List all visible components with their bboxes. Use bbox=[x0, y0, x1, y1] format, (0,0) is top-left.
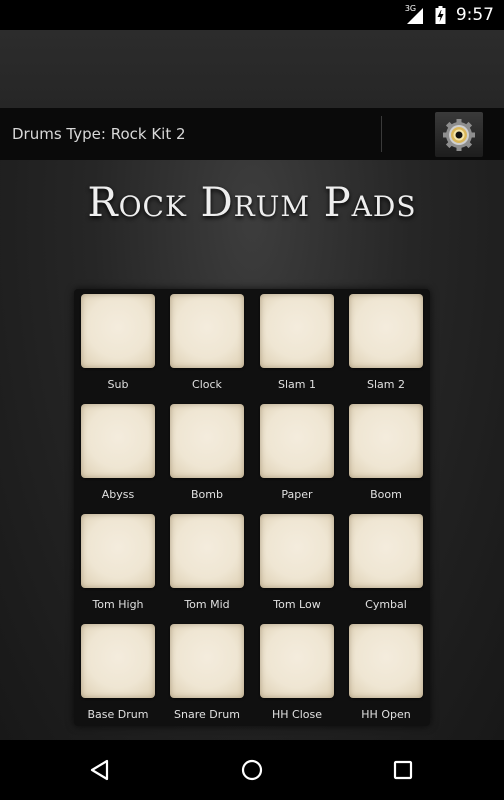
pad-label-slam-2: Slam 2 bbox=[367, 378, 405, 391]
pad-slam-2[interactable] bbox=[349, 294, 423, 368]
pad-label-sub: Sub bbox=[107, 378, 129, 391]
type-bar-divider bbox=[381, 116, 382, 152]
pad-label-paper: Paper bbox=[281, 488, 313, 501]
network-type: 3G bbox=[404, 4, 417, 13]
pad-bomb[interactable] bbox=[170, 404, 244, 478]
page-title: Rock Drum Pads bbox=[87, 180, 417, 226]
status-icons: 3G 9:57 bbox=[405, 0, 494, 30]
pad-clock[interactable] bbox=[170, 294, 244, 368]
pad-tom-mid[interactable] bbox=[170, 514, 244, 588]
pad-sub[interactable] bbox=[81, 294, 155, 368]
drums-type-bar[interactable]: Drums Type: Rock Kit 2 bbox=[0, 108, 504, 160]
status-time: 9:57 bbox=[455, 5, 494, 25]
pad-label-hh-close: HH Close bbox=[271, 708, 322, 721]
pad-label-tom-mid: Tom Mid bbox=[184, 598, 230, 611]
gear-icon bbox=[443, 118, 475, 151]
back-triangle-icon bbox=[90, 759, 109, 781]
pad-label-clock: Clock bbox=[192, 378, 222, 391]
pad-hh-open[interactable] bbox=[349, 624, 423, 698]
pad-tom-low[interactable] bbox=[260, 514, 334, 588]
pad-label-abyss: Abyss bbox=[101, 488, 135, 501]
recents-square-icon bbox=[393, 760, 413, 780]
pad-cymbal[interactable] bbox=[349, 514, 423, 588]
pad-label-hh-open: HH Open bbox=[361, 708, 411, 721]
navigation-bar bbox=[0, 740, 504, 800]
battery-icon bbox=[435, 6, 446, 24]
pad-snare-drum[interactable] bbox=[170, 624, 244, 698]
pad-boom[interactable] bbox=[349, 404, 423, 478]
pad-tom-high[interactable] bbox=[81, 514, 155, 588]
pad-base-drum[interactable] bbox=[81, 624, 155, 698]
pad-label-cymbal: Cymbal bbox=[365, 598, 407, 611]
pad-label-base-drum: Base Drum bbox=[87, 708, 149, 721]
pad-hh-close[interactable] bbox=[260, 624, 334, 698]
home-button[interactable] bbox=[238, 756, 266, 784]
status-bar: 3G 9:57 bbox=[0, 0, 504, 30]
pad-label-bomb: Bomb bbox=[191, 488, 223, 501]
drums-type-label[interactable]: Drums Type: Rock Kit 2 bbox=[12, 125, 186, 143]
home-circle-icon bbox=[241, 759, 263, 781]
pad-label-tom-low: Tom Low bbox=[273, 598, 321, 611]
pad-label-snare-drum: Snare Drum bbox=[174, 708, 240, 721]
pad-abyss[interactable] bbox=[81, 404, 155, 478]
pad-slam-1[interactable] bbox=[260, 294, 334, 368]
recents-button[interactable] bbox=[389, 756, 417, 784]
settings-button[interactable] bbox=[435, 112, 483, 157]
back-button[interactable] bbox=[86, 756, 114, 784]
action-bar bbox=[0, 30, 504, 108]
pad-label-tom-high: Tom High bbox=[92, 598, 144, 611]
pad-label-slam-1: Slam 1 bbox=[278, 378, 316, 391]
pad-paper[interactable] bbox=[260, 404, 334, 478]
signal-icon: 3G bbox=[404, 4, 425, 24]
pad-label-boom: Boom bbox=[370, 488, 402, 501]
